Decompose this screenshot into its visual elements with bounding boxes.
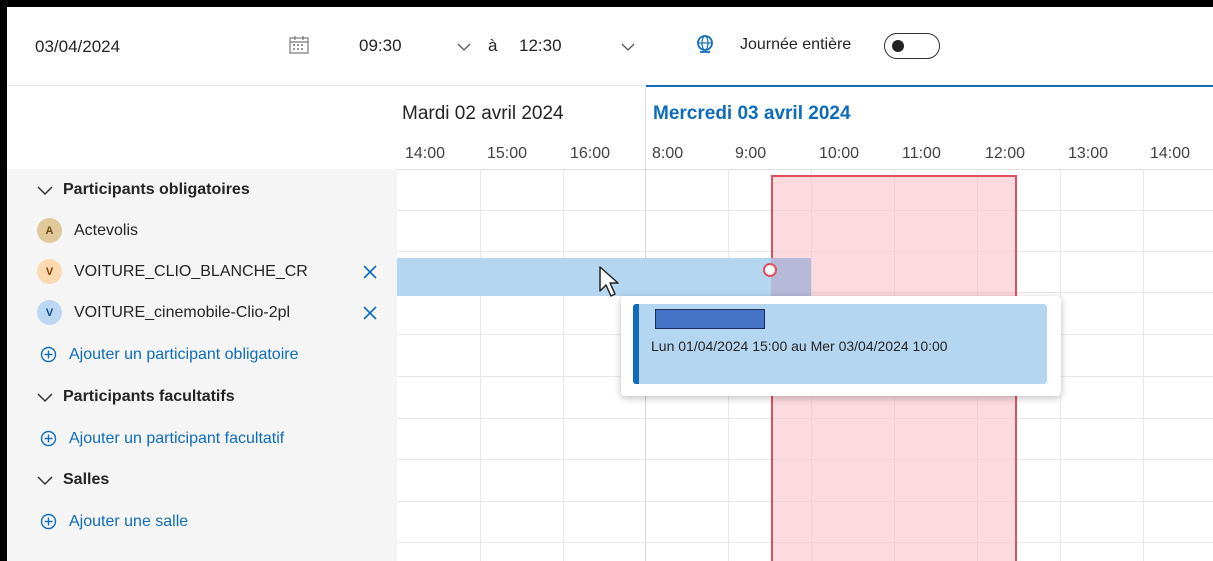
avatar: V	[37, 300, 62, 325]
day-header-current: Mercredi 03 avril 2024	[653, 103, 851, 124]
close-icon[interactable]	[362, 264, 378, 280]
attendee-sidebar: Participants obligatoires A Actevolis V …	[7, 87, 397, 561]
hour-label: 14:00	[1150, 145, 1191, 162]
end-time-value[interactable]: 12:30	[519, 36, 562, 56]
hour-label: 13:00	[1068, 145, 1109, 162]
resize-handle[interactable]	[763, 263, 777, 277]
section-optional-attendees[interactable]: Participants facultatifs	[7, 376, 397, 417]
toggle-knob	[892, 40, 904, 52]
add-circle-icon	[40, 346, 57, 363]
hour-label: 9:00	[735, 145, 767, 162]
grid-line	[1143, 169, 1144, 561]
add-room-link[interactable]: Ajouter une salle	[7, 501, 397, 542]
add-link-label: Ajouter une salle	[69, 512, 189, 530]
add-circle-icon	[40, 513, 57, 530]
section-title: Participants facultatifs	[63, 387, 235, 405]
globe-icon[interactable]	[695, 34, 715, 54]
grid-line	[480, 169, 481, 561]
busy-tooltip: Lun 01/04/2024 15:00 au Mer 03/04/2024 1…	[621, 296, 1061, 396]
busy-block-overlap[interactable]	[771, 258, 811, 296]
chevron-down-icon[interactable]	[620, 41, 636, 53]
section-title: Salles	[63, 470, 110, 488]
attendee-row[interactable]: A Actevolis	[7, 210, 397, 251]
all-day-label: Journée entière	[740, 36, 852, 53]
hour-label: 14:00	[405, 145, 446, 162]
hour-label: 11:00	[902, 145, 941, 162]
hour-label: 16:00	[570, 145, 611, 162]
attendee-row[interactable]: V VOITURE_cinemobile-Clio-2pl	[7, 292, 397, 333]
chevron-down-icon[interactable]	[37, 474, 53, 486]
hour-label: 10:00	[819, 145, 860, 162]
tooltip-event-time: Lun 01/04/2024 15:00 au Mer 03/04/2024 1…	[651, 338, 948, 354]
tooltip-event: Lun 01/04/2024 15:00 au Mer 03/04/2024 1…	[633, 304, 1047, 384]
section-title: Participants obligatoires	[63, 180, 250, 198]
add-link-label: Ajouter un participant obligatoire	[69, 345, 299, 363]
date-value[interactable]: 03/04/2024	[35, 37, 120, 57]
chevron-down-icon[interactable]	[37, 184, 53, 196]
close-icon[interactable]	[362, 305, 378, 321]
day-separator	[645, 87, 646, 169]
chevron-down-icon[interactable]	[456, 41, 472, 53]
hour-label: 8:00	[652, 145, 684, 162]
mouse-cursor-icon	[599, 266, 619, 297]
avatar: A	[37, 218, 62, 243]
sidebar-header	[7, 87, 397, 169]
time-separator: à	[488, 36, 498, 55]
divider	[7, 85, 646, 86]
add-optional-attendee-link[interactable]: Ajouter un participant facultatif	[7, 418, 397, 459]
avatar: V	[37, 259, 62, 284]
hour-label: 12:00	[985, 145, 1026, 162]
calendar-icon[interactable]	[289, 36, 309, 54]
add-link-label: Ajouter un participant facultatif	[69, 429, 285, 447]
add-circle-icon	[40, 430, 57, 447]
attendee-name: Actevolis	[74, 221, 139, 239]
attendee-name: VOITURE_CLIO_BLANCHE_CR	[74, 262, 308, 280]
attendee-name: VOITURE_cinemobile-Clio-2pl	[74, 303, 291, 321]
attendee-row[interactable]: V VOITURE_CLIO_BLANCHE_CR	[7, 251, 397, 292]
day-header-previous: Mardi 02 avril 2024	[402, 103, 564, 124]
grid-line	[563, 169, 564, 561]
section-required-attendees[interactable]: Participants obligatoires	[7, 169, 397, 210]
chevron-down-icon[interactable]	[37, 391, 53, 403]
start-time-value[interactable]: 09:30	[359, 36, 402, 56]
all-day-toggle[interactable]	[884, 33, 940, 59]
hour-label: 15:00	[487, 145, 528, 162]
add-required-attendee-link[interactable]: Ajouter un participant obligatoire	[7, 334, 397, 375]
redacted-subject	[655, 309, 765, 329]
section-rooms[interactable]: Salles	[7, 459, 397, 500]
scheduling-assistant: 03/04/2024 09:30 à 12:30 Journée entière…	[7, 7, 1213, 561]
time-picker-bar: 03/04/2024 09:30 à 12:30 Journée entière	[7, 7, 1213, 85]
date-picker[interactable]: 03/04/2024	[35, 31, 335, 63]
